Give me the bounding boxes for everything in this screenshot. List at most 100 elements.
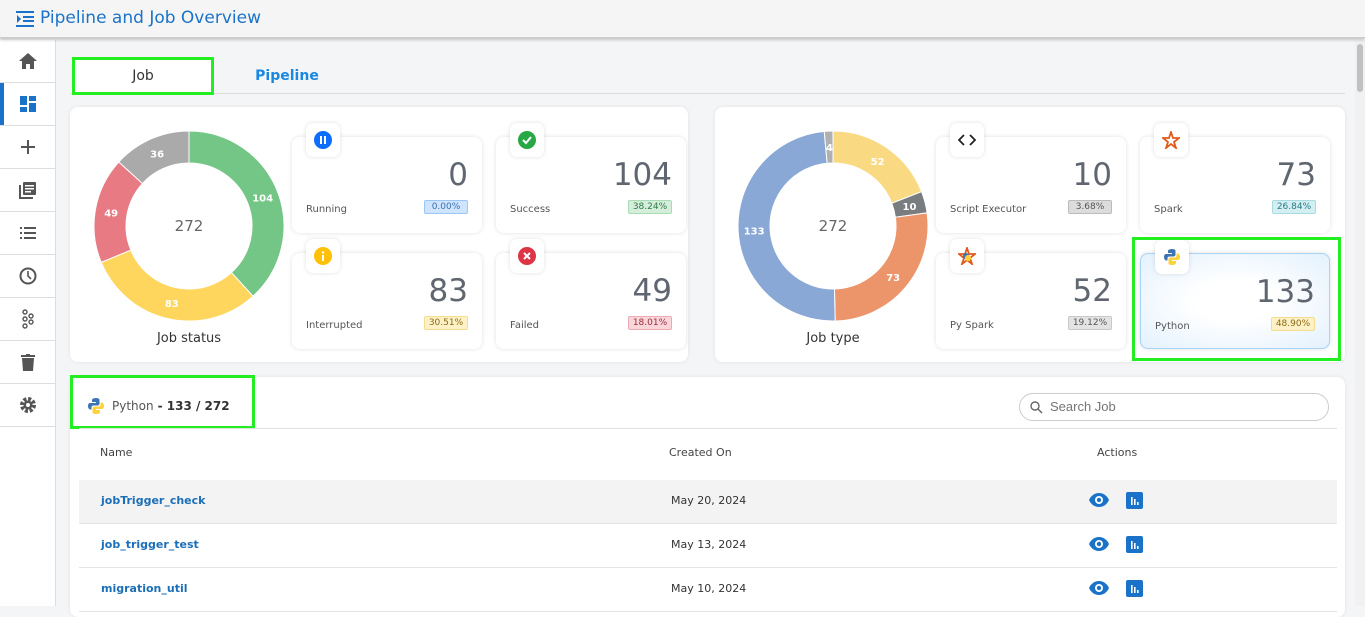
home-icon	[18, 53, 37, 69]
card-percentage: 26.84%	[1272, 200, 1316, 214]
list-icon	[19, 227, 36, 239]
sidebar-item-add[interactable]	[0, 126, 55, 169]
donut-total: 272	[175, 217, 204, 235]
card-percentage: 0.00%	[424, 200, 468, 214]
column-header-name[interactable]: Name	[100, 446, 132, 459]
donut-data-label: 133	[744, 227, 765, 238]
list-divider	[79, 428, 1337, 429]
sidebar-item-dashboard[interactable]	[0, 83, 55, 126]
gear-icon	[19, 397, 36, 413]
pause-icon	[306, 123, 340, 157]
sidebar-item-graph[interactable]	[0, 298, 55, 341]
card-py-spark[interactable]: 52 Py Spark 19.12%	[936, 239, 1126, 349]
code-icon	[950, 123, 984, 157]
job-type-donut: 52 10 73 133 4 272	[737, 130, 929, 322]
column-header-created[interactable]: Created On	[669, 446, 732, 459]
card-percentage: 3.68%	[1068, 200, 1112, 214]
donut-data-label: 49	[104, 208, 118, 219]
trash-icon	[20, 353, 35, 371]
sidebar-item-list[interactable]	[0, 212, 55, 255]
donut-data-label: 73	[886, 273, 900, 284]
card-label: Py Spark	[950, 320, 994, 331]
job-name-link[interactable]: migration_util	[101, 582, 188, 595]
tab-job[interactable]: Job	[72, 57, 214, 95]
filter-count: - 133 / 272	[157, 399, 230, 413]
sidebar-item-history[interactable]	[0, 255, 55, 298]
card-interrupted[interactable]: 83 Interrupted 30.51%	[292, 239, 482, 349]
python-icon	[88, 398, 104, 414]
check-icon	[510, 123, 544, 157]
sidebar-item-library[interactable]	[0, 169, 55, 212]
donut-data-label: 52	[871, 157, 885, 168]
card-percentage: 18.01%	[628, 316, 672, 330]
search-job-input[interactable]	[1050, 399, 1310, 414]
job-type-title: Job type	[806, 331, 860, 346]
view-eye-icon[interactable]	[1089, 537, 1109, 551]
card-percentage: 30.51%	[424, 316, 468, 330]
sidebar-item-trash[interactable]	[0, 341, 55, 384]
job-status-donut: 104 83 49 36 272	[93, 130, 285, 322]
error-icon	[510, 239, 544, 273]
card-label: Success	[510, 204, 551, 215]
spark-icon	[1154, 123, 1188, 157]
card-label: Failed	[510, 320, 540, 331]
menu-collapse-icon[interactable]	[16, 11, 34, 27]
job-status-title: Job status	[156, 331, 222, 346]
donut-segment-interrupted[interactable]	[100, 249, 254, 322]
card-value: 83	[428, 273, 468, 309]
donut-total: 272	[819, 217, 848, 235]
card-percentage: 38.24%	[628, 200, 672, 214]
scrollbar[interactable]	[1355, 40, 1365, 606]
scrollbar-thumb[interactable]	[1357, 44, 1363, 92]
tab-pipeline[interactable]: Pipeline	[222, 57, 352, 95]
statistics-chart-icon[interactable]	[1126, 536, 1143, 553]
donut-data-label: 4	[826, 143, 833, 154]
card-value: 104	[612, 157, 672, 193]
card-running[interactable]: 0 Running 0.00%	[292, 123, 482, 233]
created-on: May 13, 2024	[671, 538, 747, 551]
sidebar	[0, 40, 56, 606]
job-name-link[interactable]: job_trigger_test	[101, 538, 199, 551]
sidebar-item-home[interactable]	[0, 40, 55, 83]
donut-segment-success[interactable]	[188, 130, 285, 297]
card-label: Spark	[1154, 204, 1183, 215]
card-label: Interrupted	[306, 320, 363, 331]
donut-data-label: 104	[252, 193, 273, 204]
search-job-field[interactable]	[1019, 393, 1329, 421]
card-value: 73	[1276, 157, 1316, 193]
pyspark-icon	[950, 239, 984, 273]
card-label: Running	[306, 204, 347, 215]
donut-data-label: 10	[903, 202, 917, 213]
card-percentage: 19.12%	[1068, 316, 1112, 330]
card-label: Script Executor	[950, 204, 1027, 215]
job-name-link[interactable]: jobTrigger_check	[101, 494, 205, 507]
list-filter-label: Python - 133 / 272	[88, 398, 230, 414]
info-icon	[306, 239, 340, 273]
app-header: Pipeline and Job Overview	[0, 0, 1365, 38]
card-value: 0	[448, 157, 468, 193]
card-value: 52	[1072, 273, 1112, 309]
sidebar-item-settings[interactable]	[0, 384, 55, 427]
page-title: Pipeline and Job Overview	[40, 8, 261, 28]
created-on: May 20, 2024	[671, 494, 747, 507]
table-row[interactable]: job_trigger_test May 13, 2024	[79, 524, 1337, 568]
card-success[interactable]: 104 Success 38.24%	[496, 123, 686, 233]
donut-data-label: 83	[165, 299, 179, 310]
table-row[interactable]: migration_util May 10, 2024	[79, 568, 1337, 612]
view-eye-icon[interactable]	[1089, 581, 1109, 595]
column-header-actions: Actions	[1097, 446, 1138, 459]
statistics-chart-icon[interactable]	[1126, 492, 1143, 509]
graph-icon	[21, 309, 34, 329]
card-value: 10	[1072, 157, 1112, 193]
card-value: 49	[632, 273, 672, 309]
created-on: May 10, 2024	[671, 582, 747, 595]
plus-icon	[20, 140, 35, 154]
donut-segment-spark[interactable]	[833, 212, 929, 322]
search-icon	[1030, 401, 1043, 414]
statistics-chart-icon[interactable]	[1126, 580, 1143, 597]
card-script-executor[interactable]: 10 Script Executor 3.68%	[936, 123, 1126, 233]
card-failed[interactable]: 49 Failed 18.01%	[496, 239, 686, 349]
card-spark[interactable]: 73 Spark 26.84%	[1140, 123, 1330, 233]
view-eye-icon[interactable]	[1089, 493, 1109, 507]
table-row[interactable]: jobTrigger_check May 20, 2024	[79, 480, 1337, 524]
